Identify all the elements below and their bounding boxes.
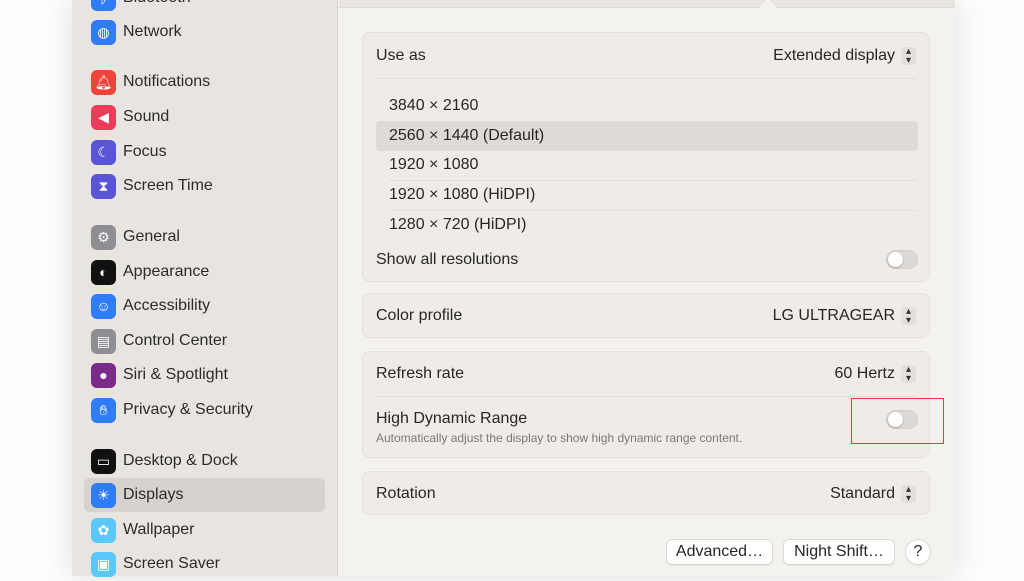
refresh-rate-popup[interactable]: 60 Hertz ▴ ▾: [834, 365, 916, 384]
resolution-card: Use as Extended display ▴ ▾ 3840 × 2160 256…: [362, 32, 930, 282]
refresh-hdr-card: Refresh rate 60 Hertz ▴ ▾ High Dynamic Ran…: [362, 351, 930, 458]
sidebar-item-label: Screen Saver: [123, 555, 220, 572]
sidebar-item-sound[interactable]: ◀ Sound: [84, 100, 325, 134]
sidebar-item-label: Control Center: [123, 332, 228, 349]
sidebar-item-label: Desktop & Dock: [123, 452, 238, 469]
resolution-option[interactable]: 1280 × 720 (HiDPI): [376, 210, 918, 240]
sidebar-item-general[interactable]: ⚙ General: [84, 220, 325, 254]
globe-icon: ◍: [91, 19, 116, 45]
use-as-value: Extended display: [773, 47, 895, 64]
sidebar-item-screen-time[interactable]: ⧗ Screen Time: [84, 169, 325, 203]
sidebar-item-notifications[interactable]: 🔔︎ Notifications: [84, 65, 325, 99]
sidebar-item-displays[interactable]: ☀ Displays: [84, 478, 325, 512]
chevron-updown-icon: ▴ ▾: [901, 47, 916, 66]
divider: [389, 150, 916, 152]
sidebar-item-label: Focus: [123, 143, 167, 160]
sidebar-item-focus[interactable]: ☾ Focus: [84, 135, 325, 169]
rotation-value: Standard: [830, 485, 895, 502]
sidebar-item-label: Network: [123, 23, 182, 40]
speaker-icon: ◀: [91, 104, 116, 130]
color-profile-card: Color profile LG ULTRAGEAR ▴ ▾: [362, 293, 930, 338]
show-all-resolutions-row: Show all resolutions: [376, 248, 916, 272]
hand-icon: ✋︎: [91, 397, 116, 423]
use-as-popup[interactable]: Extended display ▴ ▾: [773, 47, 916, 66]
resolution-option[interactable]: 1920 × 1080 (HiDPI): [376, 180, 918, 210]
show-all-resolutions-toggle[interactable]: [886, 250, 918, 269]
highlight-box: [851, 398, 944, 444]
divider: [376, 78, 916, 79]
accessibility-icon: ☺: [91, 293, 116, 319]
appearance-icon: ◐: [91, 259, 116, 285]
refresh-rate-label: Refresh rate: [376, 365, 465, 382]
hourglass-icon: ⧗: [91, 173, 116, 199]
sidebar-item-wallpaper[interactable]: ✿ Wallpaper: [84, 513, 325, 547]
divider: [389, 180, 916, 182]
sidebar-item-label: Wallpaper: [123, 521, 195, 538]
sidebar-item-label: Sound: [123, 108, 170, 125]
color-profile-popup[interactable]: LG ULTRAGEAR ▴ ▾: [772, 307, 916, 326]
rotation-label: Rotation: [376, 485, 436, 502]
sidebar-item-accessibility[interactable]: ☺ Accessibility: [84, 289, 325, 323]
divider: [389, 209, 916, 211]
sidebar-item-privacy-security[interactable]: ✋︎ Privacy & Security: [84, 393, 325, 427]
use-as-label: Use as: [376, 47, 426, 64]
sidebar-item-label: Screen Time: [123, 177, 213, 194]
night-shift-button[interactable]: Night Shift…: [783, 539, 895, 565]
advanced-button[interactable]: Advanced…: [666, 539, 773, 565]
refresh-rate-row: Refresh rate 60 Hertz ▴ ▾: [376, 362, 916, 386]
color-profile-label: Color profile: [376, 307, 463, 324]
sidebar-item-bluetooth[interactable]: ᛒ Bluetooth: [84, 0, 325, 15]
resolution-option[interactable]: 2560 × 1440 (Default): [376, 120, 918, 151]
chevron-updown-icon: ▴ ▾: [901, 307, 916, 326]
sidebar-item-label: Bluetooth: [123, 0, 191, 7]
hdr-label: High Dynamic Range: [376, 410, 528, 427]
color-profile-value: LG ULTRAGEAR: [772, 307, 895, 324]
sidebar-item-label: General: [123, 228, 180, 245]
sidebar-item-label: Accessibility: [123, 297, 211, 314]
sidebar-item-label: Privacy & Security: [123, 401, 253, 418]
bluetooth-icon: ᛒ: [91, 0, 116, 11]
sidebar-item-label: Appearance: [123, 263, 210, 280]
flower-icon: ✿: [91, 517, 116, 543]
sun-icon: ☀: [91, 482, 116, 508]
sidebar-item-label: Siri & Spotlight: [123, 366, 228, 383]
chevron-updown-icon: ▴ ▾: [901, 365, 916, 384]
rotation-popup[interactable]: Standard ▴ ▾: [830, 485, 916, 504]
divider: [376, 396, 916, 397]
divider: [389, 120, 916, 122]
display-arrangement-strip: [339, 0, 955, 8]
sidebar-item-label: Notifications: [123, 73, 211, 90]
sidebar-item-desktop-dock[interactable]: ▭ Desktop & Dock: [84, 444, 325, 478]
resolution-option[interactable]: 3840 × 2160: [376, 91, 918, 121]
color-profile-row: Color profile LG ULTRAGEAR ▴ ▾: [376, 304, 916, 328]
sidebar-item-network[interactable]: ◍ Network: [84, 15, 325, 49]
show-all-resolutions-label: Show all resolutions: [376, 251, 519, 268]
bell-icon: 🔔︎: [91, 69, 116, 95]
siri-icon: ●: [91, 362, 116, 388]
refresh-rate-value: 60 Hertz: [834, 365, 895, 382]
help-button[interactable]: ?: [905, 539, 931, 565]
hdr-description: Automatically adjust the display to show…: [376, 431, 743, 445]
sidebar-item-control-center[interactable]: ▤ Control Center: [84, 324, 325, 358]
screen-saver-icon: ▣: [91, 551, 116, 577]
moon-icon: ☾: [91, 139, 116, 165]
sidebar-item-label: Displays: [123, 486, 184, 503]
dock-icon: ▭: [91, 448, 116, 474]
sidebar-item-appearance[interactable]: ◐ Appearance: [84, 255, 325, 289]
rotation-card: Rotation Standard ▴ ▾: [362, 471, 930, 515]
gear-icon: ⚙: [91, 224, 116, 250]
control-center-icon: ▤: [91, 328, 116, 354]
sidebar: ᛒ Bluetooth ◍ Network 🔔︎ Notifications ◀ Sound ☾…: [72, 0, 338, 577]
use-as-row: Use as Extended display ▴ ▾: [376, 44, 916, 68]
chevron-updown-icon: ▴ ▾: [901, 485, 916, 504]
resolution-option[interactable]: 1920 × 1080: [376, 150, 918, 180]
rotation-row: Rotation Standard ▴ ▾: [376, 482, 916, 506]
sidebar-item-siri-spotlight[interactable]: ● Siri & Spotlight: [84, 358, 325, 392]
